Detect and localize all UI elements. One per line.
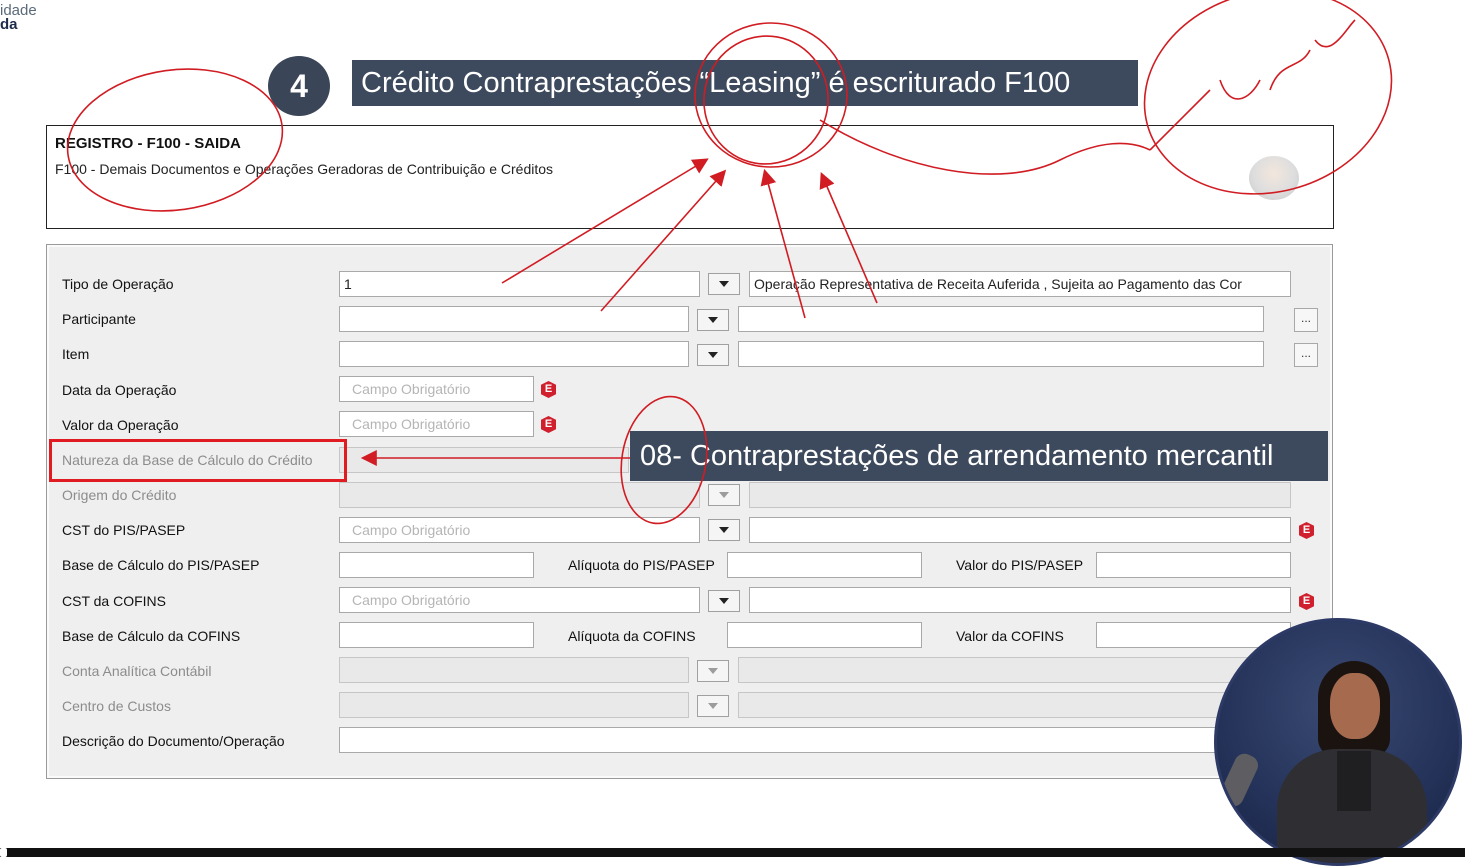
aliquota-pis-input[interactable] xyxy=(727,552,922,578)
register-title: REGISTRO - F100 - SAIDA xyxy=(55,135,241,152)
valor-operacao-input[interactable]: Campo Obrigatório xyxy=(339,411,534,437)
item-label: Item xyxy=(62,346,90,362)
descricao-input[interactable] xyxy=(339,727,1291,753)
callout-banner: 08- Contraprestações de arrendamento mer… xyxy=(630,431,1328,481)
centro-custos-dropdown-button[interactable] xyxy=(697,695,729,717)
participante-dropdown-button[interactable] xyxy=(697,309,729,331)
cst-cofins-label: CST da COFINS xyxy=(62,593,166,609)
tipo-operacao-label: Tipo de Operação xyxy=(62,276,174,292)
aliquota-pis-label: Alíquota do PIS/PASEP xyxy=(568,557,715,573)
cst-pis-label: CST do PIS/PASEP xyxy=(62,522,186,538)
conta-analitica-description xyxy=(738,657,1291,683)
step-number-badge: 4 xyxy=(268,56,330,116)
natureza-base-input[interactable] xyxy=(339,447,629,473)
origem-credito-dropdown-button[interactable] xyxy=(708,484,740,506)
presenter-shirt xyxy=(1337,751,1371,811)
microphone-icon xyxy=(1217,750,1262,810)
valor-pis-label: Valor do PIS/PASEP xyxy=(956,557,1084,573)
participante-lookup-button[interactable]: ... xyxy=(1294,308,1318,332)
base-cofins-input[interactable] xyxy=(339,622,534,648)
tipo-operacao-dropdown-button[interactable] xyxy=(708,273,740,295)
software-logo-icon xyxy=(1249,156,1299,200)
presenter-video xyxy=(1214,618,1462,866)
cst-cofins-input[interactable]: Campo Obrigatório xyxy=(339,587,700,613)
slide-title: Crédito Contraprestações “Leasing” é esc… xyxy=(352,60,1138,106)
centro-custos-label: Centro de Custos xyxy=(62,698,171,714)
item-lookup-button[interactable]: ... xyxy=(1294,343,1318,367)
participante-input[interactable] xyxy=(339,306,689,332)
item-description xyxy=(738,341,1264,367)
data-operacao-label: Data da Operação xyxy=(62,382,177,398)
cst-cofins-dropdown-button[interactable] xyxy=(708,590,740,612)
base-cofins-label: Base de Cálculo da COFINS xyxy=(62,628,241,644)
cst-pis-dropdown-button[interactable] xyxy=(708,519,740,541)
cst-pis-description xyxy=(749,517,1291,543)
base-pis-input[interactable] xyxy=(339,552,534,578)
origem-credito-input[interactable] xyxy=(339,482,700,508)
conta-analitica-dropdown-button[interactable] xyxy=(697,660,729,682)
centro-custos-input[interactable] xyxy=(339,692,689,718)
valor-cofins-label: Valor da COFINS xyxy=(956,628,1064,644)
natureza-base-highlight xyxy=(49,439,347,482)
presenter-face xyxy=(1330,673,1380,739)
item-dropdown-button[interactable] xyxy=(697,344,729,366)
brand-logo: idade da xyxy=(0,3,37,33)
item-input[interactable] xyxy=(339,341,689,367)
tipo-operacao-description: Operação Representativa de Receita Aufer… xyxy=(749,271,1291,297)
conta-analitica-input[interactable] xyxy=(339,657,689,683)
origem-credito-description xyxy=(749,482,1291,508)
video-progress-bar[interactable] xyxy=(0,848,1465,857)
participante-label: Participante xyxy=(62,311,136,327)
base-pis-label: Base de Cálculo do PIS/PASEP xyxy=(62,557,260,573)
conta-analitica-label: Conta Analítica Contábil xyxy=(62,663,212,679)
cst-pis-input[interactable]: Campo Obrigatório xyxy=(339,517,700,543)
brand-logo-line2: da xyxy=(0,16,18,33)
descricao-label: Descrição do Documento/Operação xyxy=(62,733,285,749)
register-subtitle: F100 - Demais Documentos e Operações Ger… xyxy=(55,161,554,177)
centro-custos-description xyxy=(738,692,1291,718)
data-operacao-input[interactable]: Campo Obrigatório xyxy=(339,376,534,402)
participante-description xyxy=(738,306,1264,332)
aliquota-cofins-input[interactable] xyxy=(727,622,922,648)
register-header: REGISTRO - F100 - SAIDA F100 - Demais Do… xyxy=(46,125,1334,229)
origem-credito-label: Origem do Crédito xyxy=(62,487,177,503)
tipo-operacao-input[interactable]: 1 xyxy=(339,271,700,297)
aliquota-cofins-label: Alíquota da COFINS xyxy=(568,628,696,644)
valor-pis-input[interactable] xyxy=(1096,552,1291,578)
valor-operacao-label: Valor da Operação xyxy=(62,417,179,433)
video-progress-handle[interactable] xyxy=(0,848,7,857)
cst-cofins-description xyxy=(749,587,1291,613)
